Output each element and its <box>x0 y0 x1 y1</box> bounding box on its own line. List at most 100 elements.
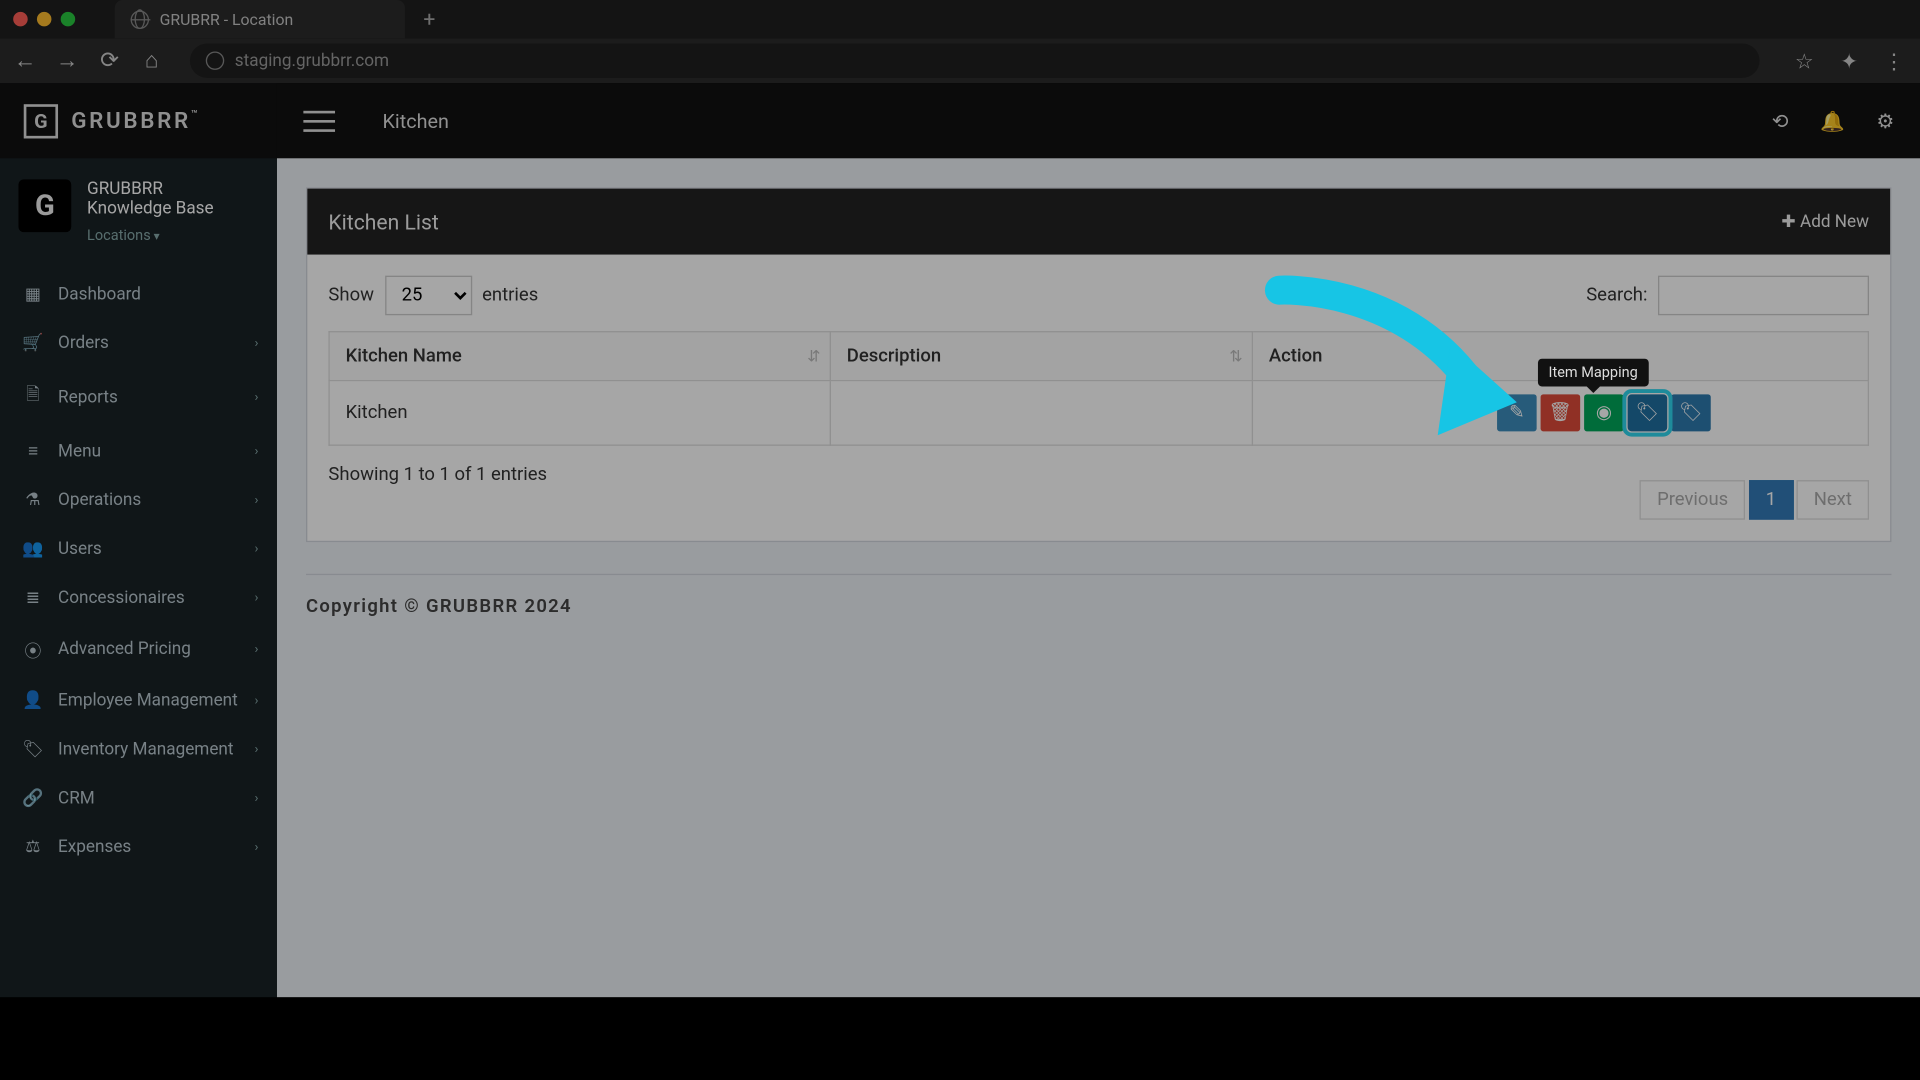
sidebar-item-orders[interactable]: 🛒Orders› <box>0 319 277 368</box>
home-button[interactable]: ⌂ <box>140 47 164 73</box>
bookmark-star-icon[interactable]: ☆ <box>1791 48 1817 73</box>
footer-copyright: Copyright © GRUBBRR 2024 <box>306 596 1891 617</box>
sidebar-item-icon: ⦿ <box>21 637 45 662</box>
chevron-right-icon: › <box>255 743 259 758</box>
topbar: Kitchen ⟲ 🔔 ⚙ <box>277 83 1920 158</box>
table-row: Kitchen✎🗑◉🏷🏷 <box>329 381 1868 446</box>
url-bar[interactable]: staging.grubbrr.com <box>190 44 1760 78</box>
refresh-icon[interactable]: ⟲ <box>1772 109 1789 133</box>
avatar[interactable]: G <box>18 179 71 232</box>
status-button[interactable]: ◉ <box>1584 394 1624 431</box>
letterbox <box>0 997 1920 1080</box>
sidebar-item-icon: ⚖ <box>21 838 45 858</box>
cell-actions: ✎🗑◉🏷🏷 <box>1252 381 1868 446</box>
sidebar-item-icon: 🔗 <box>21 789 45 809</box>
sidebar-item-advanced-pricing[interactable]: ⦿ Advanced Pricing › <box>0 623 277 677</box>
sidebar-item-label: Advanced Pricing <box>58 640 191 660</box>
reload-button[interactable]: ⟳ <box>98 47 122 73</box>
close-window-icon[interactable] <box>13 12 28 27</box>
sidebar-item-inventory-management[interactable]: 🏷Inventory Management› <box>0 725 277 774</box>
entries-label: entries <box>482 285 538 306</box>
add-new-button[interactable]: ✚ Add New <box>1781 212 1869 232</box>
site-info-icon[interactable] <box>206 51 224 69</box>
sidebar-item-icon: 👥 <box>21 539 45 559</box>
back-button[interactable]: ← <box>13 47 37 73</box>
brand[interactable]: G GRUBBRR™ <box>0 83 277 158</box>
minimize-window-icon[interactable] <box>37 12 52 27</box>
cell-kitchen-name: Kitchen <box>329 381 830 446</box>
item-mapping-button[interactable]: 🏷 <box>1628 394 1668 431</box>
page-title: Kitchen <box>383 109 449 133</box>
sidebar-item-label: Orders <box>58 334 109 354</box>
sidebar-item-concessionaires[interactable]: ≣ Concessionaires › <box>0 574 277 623</box>
chevron-right-icon: › <box>255 791 259 806</box>
sidebar-item-label: Expenses <box>58 838 131 858</box>
browser-menu-icon[interactable]: ⋮ <box>1881 48 1907 73</box>
panel-title: Kitchen List <box>328 209 438 234</box>
sidebar-item-label: Dashboard <box>58 285 141 305</box>
sort-icon: ⇵ <box>807 347 816 365</box>
forward-button[interactable]: → <box>55 47 79 73</box>
datatable-controls: Show 25 entries Search: <box>328 276 1869 316</box>
notifications-icon[interactable]: 🔔 <box>1820 109 1845 133</box>
chevron-right-icon: › <box>255 444 259 459</box>
page-next[interactable]: Next <box>1797 480 1869 520</box>
brand-logo-icon: G <box>24 104 58 138</box>
sidebar-item-icon: ⚗ <box>21 491 45 511</box>
content: Kitchen List ✚ Add New Show 25 entries S… <box>277 158 1920 1080</box>
sidebar-item-label: Menu <box>58 441 101 461</box>
sidebar-item-reports[interactable]: 🗎 Reports › <box>0 368 277 426</box>
extensions-icon[interactable]: ✦ <box>1836 48 1862 73</box>
browser-toolbar: ← → ⟳ ⌂ staging.grubbrr.com ☆ ✦ ⋮ <box>0 38 1920 83</box>
sidebar-item-dashboard[interactable]: ▦ Dashboard <box>0 270 277 319</box>
maximize-window-icon[interactable] <box>61 12 76 27</box>
pagination: Previous 1 Next <box>1641 480 1869 520</box>
chevron-right-icon: › <box>255 591 259 606</box>
browser-tab-strip: GRUBRR - Location + <box>0 0 1920 38</box>
sidebar-toggle-icon[interactable] <box>303 110 335 131</box>
locations-dropdown[interactable]: Locations <box>87 227 214 244</box>
col-description[interactable]: Description ⇅ <box>830 332 1252 381</box>
sidebar-item-icon: ▦ <box>21 285 45 305</box>
sidebar-item-label: Concessionaires <box>58 588 185 608</box>
sidebar-nav: ▦ Dashboard 🛒 Orders › 🗎 Reports › ≡ Menu › ⚗ Operat… <box>0 270 277 871</box>
org-name-line2: Knowledge Base <box>87 199 214 219</box>
sidebar-item-expenses[interactable]: ⚖ Expenses › <box>0 823 277 872</box>
chevron-right-icon: › <box>255 840 259 855</box>
sidebar-item-menu[interactable]: ≡ Menu › <box>0 426 277 476</box>
tab-title: GRUBRR - Location <box>160 10 294 28</box>
page-1[interactable]: 1 <box>1749 480 1794 520</box>
sidebar-item-users[interactable]: 👥Users› <box>0 525 277 574</box>
col-kitchen-name[interactable]: Kitchen Name ⇵ <box>329 332 830 381</box>
sidebar-item-operations[interactable]: ⚗Operations› <box>0 476 277 525</box>
show-label: Show <box>328 285 374 306</box>
panel-header: Kitchen List ✚ Add New <box>307 189 1890 255</box>
sidebar: G GRUBBRR™ G GRUBBRR Knowledge Base Loca… <box>0 83 277 1080</box>
item-mapping-tooltip: Item Mapping <box>1538 359 1648 387</box>
settings-gear-icon[interactable]: ⚙ <box>1876 109 1894 133</box>
page-previous[interactable]: Previous <box>1640 480 1745 520</box>
browser-tab[interactable]: GRUBRR - Location <box>115 0 405 38</box>
chevron-right-icon: › <box>255 642 259 657</box>
sidebar-item-icon: ≣ <box>21 588 45 608</box>
sidebar-item-label: Inventory Management <box>58 740 233 760</box>
kitchen-table: Kitchen Name ⇵ Description ⇅ Action <box>328 331 1869 446</box>
org-name-line1: GRUBBRR <box>87 179 214 199</box>
sidebar-item-icon: ≡ <box>21 441 45 462</box>
delete-button[interactable]: 🗑 <box>1541 394 1581 431</box>
new-tab-button[interactable]: + <box>423 7 435 32</box>
search-input[interactable] <box>1658 276 1869 316</box>
edit-button[interactable]: ✎ <box>1497 394 1537 431</box>
chevron-right-icon: › <box>255 390 259 405</box>
sidebar-item-icon: 🛒 <box>21 334 45 354</box>
tags-button[interactable]: 🏷 <box>1671 394 1711 431</box>
sidebar-item-icon: 🗎 <box>21 383 45 412</box>
page-size-select[interactable]: 25 <box>385 276 472 316</box>
sidebar-item-label: Operations <box>58 491 141 511</box>
sidebar-item-employee-management[interactable]: 👤Employee Management› <box>0 677 277 726</box>
globe-icon <box>131 10 149 28</box>
sidebar-item-crm[interactable]: 🔗CRM› <box>0 774 277 823</box>
user-panel: G GRUBBRR Knowledge Base Locations <box>0 158 277 257</box>
sidebar-item-label: Reports <box>58 387 118 407</box>
window-controls[interactable] <box>13 12 75 27</box>
